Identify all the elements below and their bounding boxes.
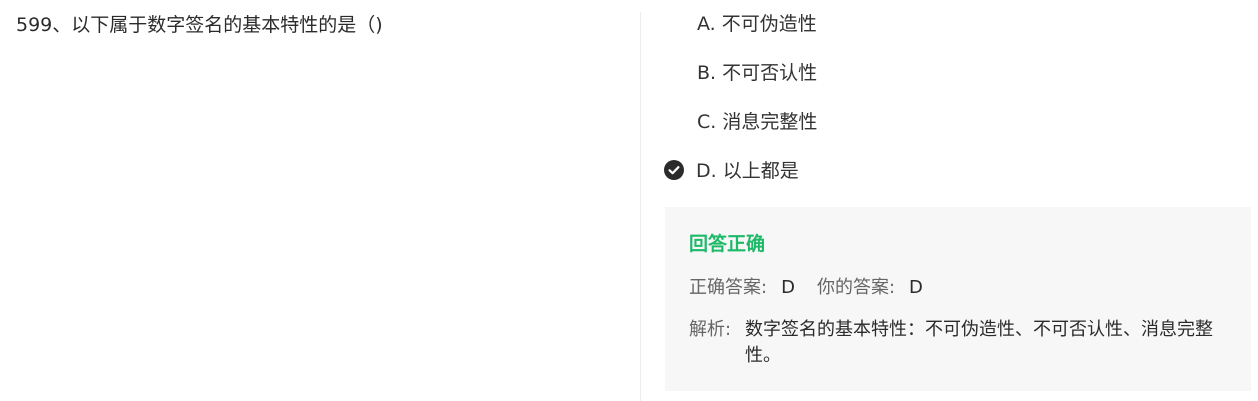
- option-label: C. 消息完整性: [697, 111, 818, 133]
- options-list: A. 不可伪造性 B. 不可否认性 C. 消息完整性 D. 以上都是: [664, 10, 1244, 206]
- option-label: B. 不可否认性: [697, 62, 818, 84]
- option-d[interactable]: D. 以上都是: [664, 157, 1244, 206]
- your-answer-label: 你的答案:: [816, 277, 896, 298]
- option-label: A. 不可伪造性: [697, 13, 817, 35]
- correct-answer-value: D: [781, 277, 795, 298]
- your-answer-value: D: [909, 277, 923, 298]
- analysis-text: 数字签名的基本特性：不可伪造性、不可否认性、消息完整性。: [745, 319, 1213, 366]
- option-a[interactable]: A. 不可伪造性: [664, 10, 1244, 59]
- question-text: 599、以下属于数字签名的基本特性的是（): [16, 14, 383, 36]
- analysis: 解析: 数字签名的基本特性：不可伪造性、不可否认性、消息完整性。: [689, 317, 1229, 369]
- analysis-label: 解析:: [689, 319, 732, 340]
- option-b[interactable]: B. 不可否认性: [664, 59, 1244, 108]
- check-circle-icon: [664, 160, 684, 180]
- column-divider: [640, 12, 641, 401]
- result-panel: 回答正确 正确答案: D 你的答案: D 解析: 数字签名的基本特性：不可伪造性、不可…: [665, 207, 1251, 391]
- option-c[interactable]: C. 消息完整性: [664, 108, 1244, 157]
- correct-answer-label: 正确答案:: [689, 277, 768, 298]
- option-label: D. 以上都是: [696, 160, 799, 182]
- answer-summary: 正确答案: D 你的答案: D: [689, 275, 923, 301]
- result-status: 回答正确: [689, 233, 766, 255]
